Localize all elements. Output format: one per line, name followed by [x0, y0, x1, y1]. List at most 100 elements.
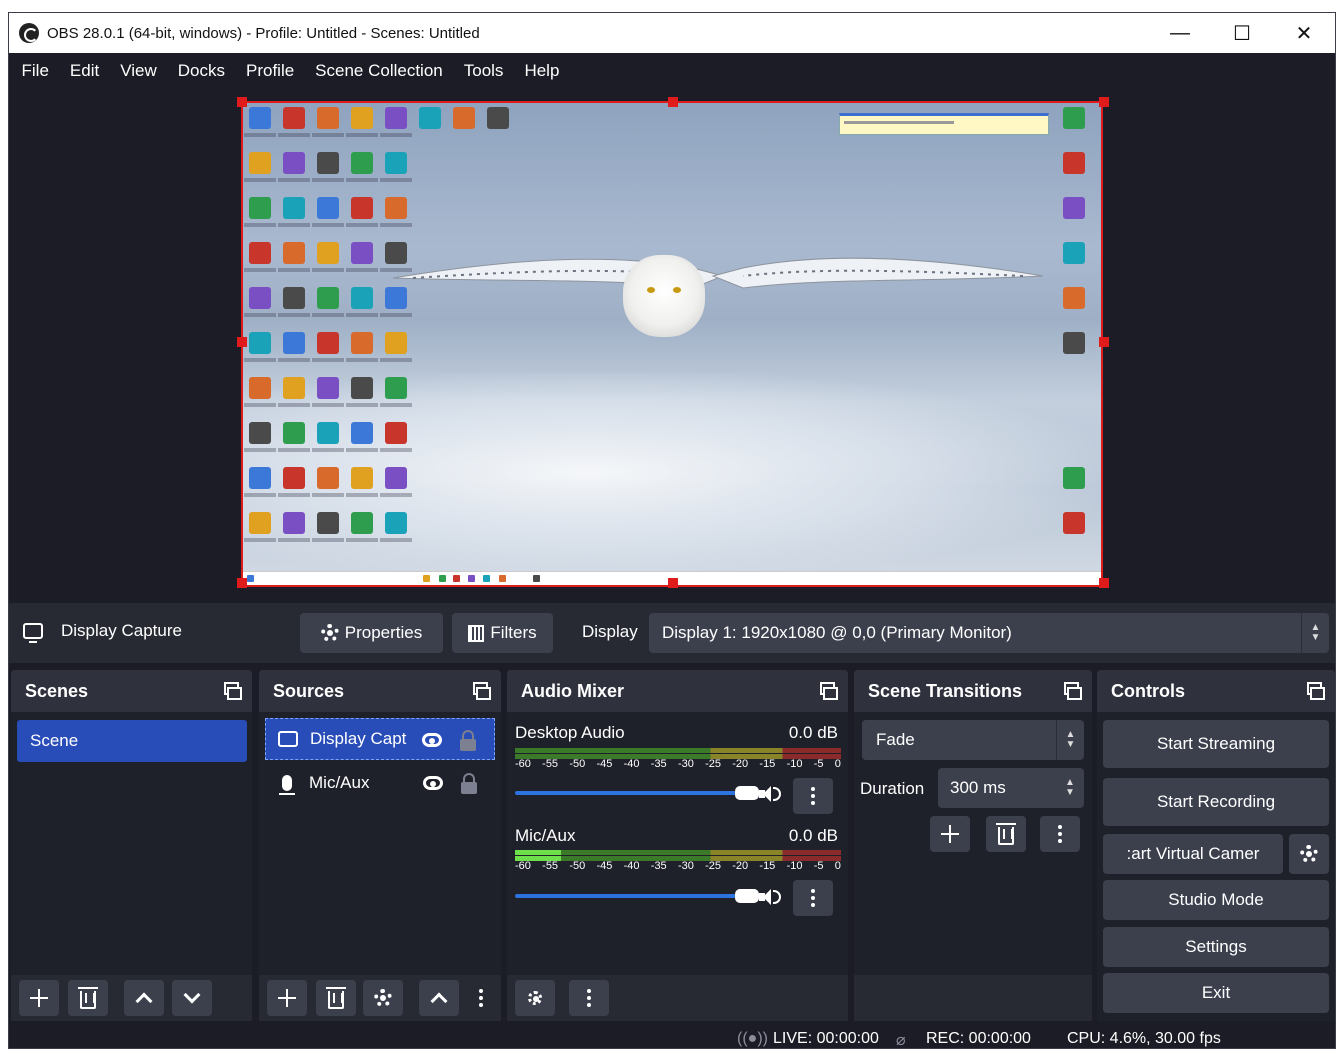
desktop-shortcut-icon [1063, 242, 1085, 264]
scenes-title: Scenes [25, 680, 89, 701]
desktop-shortcut-icon [351, 422, 373, 444]
resize-handle[interactable] [668, 97, 678, 107]
resize-handle[interactable] [237, 578, 247, 588]
properties-button[interactable]: Properties [300, 613, 443, 653]
resize-handle[interactable] [237, 97, 247, 107]
settings-button[interactable]: Settings [1103, 927, 1329, 967]
volume-slider-thumb[interactable] [735, 786, 759, 800]
desktop-shortcut-icon [385, 242, 407, 264]
menu-help[interactable]: Help [514, 61, 570, 81]
desktop-shortcut-icon [351, 152, 373, 174]
display-select[interactable]: Display 1: 1920x1080 @ 0,0 (Primary Moni… [649, 613, 1329, 653]
desktop-shortcut-icon [283, 242, 305, 264]
resize-handle[interactable] [1099, 337, 1109, 347]
menu-view[interactable]: View [110, 61, 168, 81]
stream-status-icon: ((●)) [737, 1030, 768, 1047]
start-streaming-button[interactable]: Start Streaming [1103, 720, 1329, 768]
volume-slider[interactable] [515, 889, 759, 903]
desktop-shortcut-icon [249, 242, 271, 264]
scene-item[interactable]: Scene [17, 720, 247, 762]
undock-icon[interactable] [473, 682, 491, 700]
preview-area[interactable] [9, 88, 1335, 603]
desktop-shortcut-icon [351, 242, 373, 264]
add-transition-button[interactable] [930, 816, 970, 852]
minimize-button[interactable]: — [1149, 13, 1211, 53]
more-vertical-icon [479, 989, 483, 1007]
owl-wings-image [393, 257, 1043, 289]
undock-icon[interactable] [1307, 682, 1325, 700]
desktop-shortcut-icon [419, 107, 441, 129]
advanced-audio-button[interactable] [515, 980, 555, 1016]
meter-scale: -60 -55 -50 -45 -40 -35 -30 -25 -20 -15 -10 -5 0 [515, 860, 841, 872]
speaker-icon[interactable] [759, 888, 781, 906]
desktop-shortcut-icon [385, 197, 407, 219]
visibility-eye-icon[interactable] [423, 776, 443, 790]
live-time: LIVE: 00:00:00 [773, 1030, 879, 1047]
filter-icon [468, 624, 485, 642]
source-item-label: Mic/Aux [309, 773, 370, 792]
resize-handle[interactable] [237, 337, 247, 347]
scene-transitions-footer [854, 975, 1092, 1021]
chevron-up-icon [135, 992, 153, 1010]
spin-arrows-icon[interactable]: ▲ ▼ [1056, 768, 1084, 808]
remove-transition-button[interactable] [986, 816, 1026, 852]
lock-icon[interactable] [460, 730, 476, 751]
add-source-button[interactable] [267, 980, 307, 1016]
undock-icon[interactable] [820, 682, 838, 700]
undock-icon[interactable] [224, 682, 242, 700]
lock-icon[interactable] [461, 773, 477, 794]
source-item-display-capture[interactable]: Display Capt [265, 718, 495, 760]
source-item-mic-aux[interactable]: Mic/Aux [265, 762, 495, 804]
more-vertical-icon [1058, 825, 1062, 843]
monitor-icon [23, 623, 43, 643]
duration-label: Duration [860, 779, 925, 798]
volume-slider-thumb[interactable] [735, 889, 759, 903]
studio-mode-button[interactable]: Studio Mode [1103, 880, 1329, 920]
start-virtual-camera-button[interactable]: :art Virtual Camer [1103, 834, 1283, 874]
desktop-shortcut-icon [249, 512, 271, 534]
menu-tools[interactable]: Tools [453, 61, 514, 81]
channel-menu-button[interactable] [793, 880, 833, 916]
move-scene-up-button[interactable] [124, 980, 164, 1016]
preview-display-capture[interactable] [241, 101, 1103, 587]
source-properties-button[interactable] [363, 980, 403, 1016]
remove-source-button[interactable] [316, 980, 356, 1016]
desktop-shortcut-icon [249, 332, 271, 354]
start-recording-button[interactable]: Start Recording [1103, 778, 1329, 826]
audio-mixer-menu-button[interactable] [569, 980, 609, 1016]
filters-button[interactable]: Filters [452, 613, 553, 653]
desktop-shortcut-icon [317, 152, 339, 174]
transition-menu-button[interactable] [1040, 816, 1080, 852]
selected-source: Display Capture [23, 621, 182, 643]
move-source-up-button[interactable] [419, 980, 459, 1016]
exit-button[interactable]: Exit [1103, 973, 1329, 1013]
add-scene-button[interactable] [19, 980, 59, 1016]
close-button[interactable]: ✕ [1273, 13, 1335, 53]
desktop-shortcut-icon [317, 197, 339, 219]
desktop-shortcut-icon [317, 467, 339, 489]
audio-mixer-footer [507, 975, 848, 1021]
menu-scene-collection[interactable]: Scene Collection [305, 61, 454, 81]
duration-input[interactable]: 300 ms ▲ ▼ [938, 768, 1084, 808]
source-menu-button[interactable] [471, 980, 491, 1016]
desktop-shortcut-icon [317, 242, 339, 264]
volume-slider[interactable] [515, 786, 759, 800]
remove-scene-button[interactable] [68, 980, 108, 1016]
menu-file[interactable]: File [11, 61, 59, 81]
plus-icon [30, 989, 48, 1007]
resize-handle[interactable] [668, 578, 678, 588]
speaker-icon[interactable] [759, 785, 781, 803]
move-scene-down-button[interactable] [172, 980, 212, 1016]
maximize-button[interactable]: ☐ [1211, 13, 1273, 53]
visibility-eye-icon[interactable] [422, 733, 442, 747]
undock-icon[interactable] [1064, 682, 1082, 700]
resize-handle[interactable] [1099, 578, 1109, 588]
menu-profile[interactable]: Profile [235, 61, 304, 81]
menu-docks[interactable]: Docks [167, 61, 235, 81]
channel-menu-button[interactable] [793, 778, 833, 814]
menu-edit[interactable]: Edit [59, 61, 109, 81]
resize-handle[interactable] [1099, 97, 1109, 107]
transition-select[interactable]: Fade ▲ ▼ [862, 720, 1084, 760]
desktop-shortcut-icon [283, 467, 305, 489]
virtual-camera-settings-button[interactable] [1289, 834, 1329, 874]
